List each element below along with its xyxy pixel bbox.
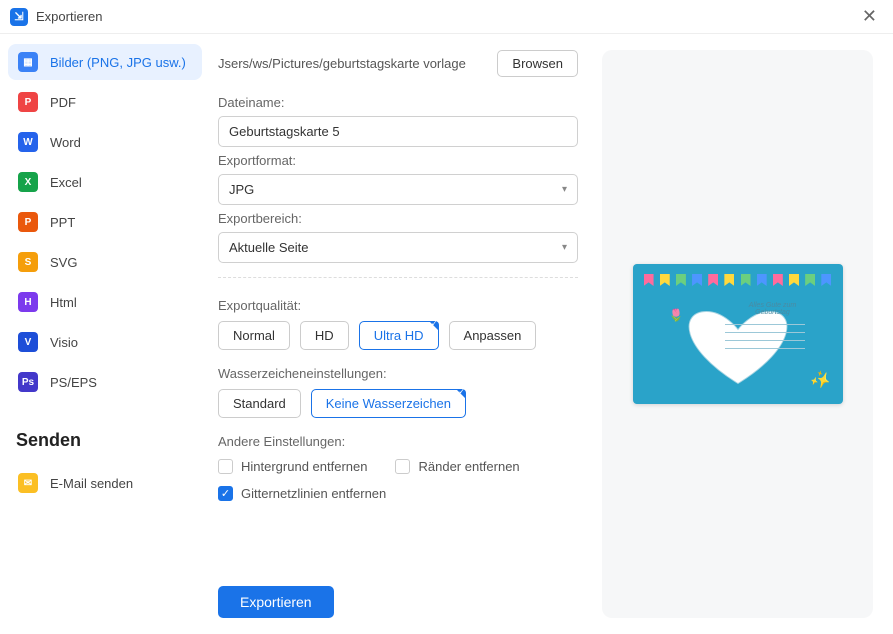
word-icon: W (18, 132, 38, 152)
check-remove-background[interactable]: Hintergrund entfernen (218, 459, 367, 474)
export-form: Jsers/ws/Pictures/geburtstagskarte vorla… (218, 50, 578, 618)
sidebar: ▦ Bilder (PNG, JPG usw.) P PDF W Word X Exce… (0, 34, 210, 634)
titlebar: ⇲ Exportieren ✕ (0, 0, 893, 34)
sidebar-item-ps[interactable]: Ps PS/EPS (8, 364, 202, 400)
preview-panel: Alles Gute zum Geburtstag 🌷 ✨ (602, 50, 873, 618)
quality-normal[interactable]: Normal (218, 321, 290, 350)
path-display: Jsers/ws/Pictures/geburtstagskarte vorla… (218, 56, 487, 71)
chevron-down-icon: ▾ (562, 184, 567, 195)
pdf-icon: P (18, 92, 38, 112)
chevron-down-icon: ▾ (562, 242, 567, 253)
ps-icon: Ps (18, 372, 38, 392)
sidebar-item-label: PDF (50, 95, 76, 110)
sidebar-item-visio[interactable]: V Visio (8, 324, 202, 360)
card-headline: Alles Gute zum Geburtstag (741, 302, 805, 316)
quality-hd[interactable]: HD (300, 321, 349, 350)
writing-lines (725, 324, 805, 356)
close-icon[interactable]: ✕ (856, 4, 883, 29)
quality-ultra-hd[interactable]: Ultra HD (359, 321, 439, 350)
sidebar-item-label: PPT (50, 215, 75, 230)
sidebar-item-label: Visio (50, 335, 78, 350)
mail-icon: ✉ (18, 473, 38, 493)
check-remove-margins[interactable]: Ränder entfernen (395, 459, 519, 474)
range-select[interactable]: Aktuelle Seite ▾ (218, 232, 578, 263)
range-label: Exportbereich: (218, 211, 578, 226)
sidebar-item-images[interactable]: ▦ Bilder (PNG, JPG usw.) (8, 44, 202, 80)
preview-card: Alles Gute zum Geburtstag 🌷 ✨ (633, 264, 843, 404)
ppt-icon: P (18, 212, 38, 232)
sidebar-item-email[interactable]: ✉ E-Mail senden (8, 465, 202, 501)
banner-flags (633, 274, 843, 288)
watermark-none[interactable]: Keine Wasserzeichen (311, 389, 466, 418)
sidebar-item-pdf[interactable]: P PDF (8, 84, 202, 120)
check-label: Hintergrund entfernen (241, 459, 367, 474)
quality-label: Exportqualität: (218, 298, 578, 313)
send-section-title: Senden (16, 430, 194, 451)
sidebar-item-label: SVG (50, 255, 77, 270)
quality-custom[interactable]: Anpassen (449, 321, 537, 350)
export-button[interactable]: Exportieren (218, 586, 334, 618)
sidebar-item-ppt[interactable]: P PPT (8, 204, 202, 240)
html-icon: H (18, 292, 38, 312)
filename-input[interactable] (218, 116, 578, 147)
browse-button[interactable]: Browsen (497, 50, 578, 77)
sidebar-item-label: Html (50, 295, 77, 310)
window-title: Exportieren (36, 9, 102, 24)
checkbox-icon (218, 459, 233, 474)
check-label: Ränder entfernen (418, 459, 519, 474)
checkbox-checked-icon: ✓ (218, 486, 233, 501)
watermark-standard[interactable]: Standard (218, 389, 301, 418)
sidebar-item-excel[interactable]: X Excel (8, 164, 202, 200)
divider (218, 277, 578, 278)
svg-icon: S (18, 252, 38, 272)
flower-icon: 🌷 (669, 308, 684, 322)
checkbox-icon (395, 459, 410, 474)
app-icon: ⇲ (10, 8, 28, 26)
sidebar-item-svg[interactable]: S SVG (8, 244, 202, 280)
sidebar-item-label: Word (50, 135, 81, 150)
excel-icon: X (18, 172, 38, 192)
sidebar-item-word[interactable]: W Word (8, 124, 202, 160)
watermark-label: Wasserzeicheneinstellungen: (218, 366, 578, 381)
format-value: JPG (229, 182, 254, 197)
check-label: Gitternetzlinien entfernen (241, 486, 386, 501)
check-remove-gridlines[interactable]: ✓ Gitternetzlinien entfernen (218, 486, 386, 501)
sidebar-item-label: E-Mail senden (50, 476, 133, 491)
filename-label: Dateiname: (218, 95, 578, 110)
sidebar-item-label: PS/EPS (50, 375, 97, 390)
format-label: Exportformat: (218, 153, 578, 168)
range-value: Aktuelle Seite (229, 240, 309, 255)
sidebar-item-label: Bilder (PNG, JPG usw.) (50, 55, 186, 70)
sidebar-item-label: Excel (50, 175, 82, 190)
other-settings-label: Andere Einstellungen: (218, 434, 578, 449)
image-icon: ▦ (18, 52, 38, 72)
visio-icon: V (18, 332, 38, 352)
sidebar-item-html[interactable]: H Html (8, 284, 202, 320)
format-select[interactable]: JPG ▾ (218, 174, 578, 205)
